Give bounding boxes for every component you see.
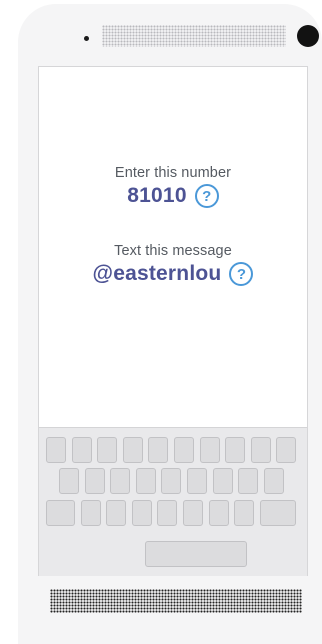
number-instruction: Enter this number 81010 ? bbox=[39, 165, 307, 208]
number-help-icon[interactable]: ? bbox=[194, 184, 219, 208]
keyboard-key[interactable] bbox=[259, 500, 296, 526]
keyboard-key[interactable] bbox=[238, 468, 259, 494]
keyboard-key[interactable] bbox=[122, 437, 143, 463]
keyboard-key[interactable] bbox=[157, 500, 178, 526]
message-help-icon[interactable]: ? bbox=[229, 262, 254, 286]
number-prompt: Enter this number bbox=[114, 165, 232, 181]
keyboard-key[interactable] bbox=[59, 468, 79, 494]
keyboard-key[interactable] bbox=[161, 468, 182, 494]
keyboard-key[interactable] bbox=[199, 437, 220, 463]
keyboard-key[interactable] bbox=[187, 468, 207, 494]
message-prompt: Text this message bbox=[114, 243, 232, 259]
keyboard-key[interactable] bbox=[84, 468, 105, 494]
keyboard-key[interactable] bbox=[212, 468, 233, 494]
keyboard-key[interactable] bbox=[106, 500, 127, 526]
earpiece-speaker-grille bbox=[102, 25, 286, 47]
keyboard-key[interactable] bbox=[110, 468, 131, 494]
keyboard-key[interactable] bbox=[46, 500, 75, 526]
message-instruction: Text this message @easternlou ? bbox=[39, 243, 307, 286]
keyboard-key[interactable] bbox=[276, 437, 297, 463]
phone-screen: Enter this number 81010 ? Text this mess… bbox=[38, 66, 308, 576]
keyboard-key[interactable] bbox=[97, 437, 118, 463]
keyboard-key[interactable] bbox=[174, 437, 194, 463]
space-bar[interactable] bbox=[145, 541, 247, 567]
keyboard-key[interactable] bbox=[225, 437, 246, 463]
keyboard-key[interactable] bbox=[131, 500, 152, 526]
front-camera-icon bbox=[297, 25, 319, 47]
number-row: 81010 ? bbox=[39, 184, 307, 208]
keyboard-key[interactable] bbox=[148, 437, 169, 463]
short-code-number: 81010 bbox=[127, 184, 187, 207]
keyboard-key[interactable] bbox=[208, 500, 229, 526]
keyboard-key[interactable] bbox=[80, 500, 101, 526]
keyboard-key[interactable] bbox=[234, 500, 255, 526]
keyboard-key[interactable] bbox=[46, 437, 66, 463]
keyboard-key[interactable] bbox=[71, 437, 92, 463]
onscreen-keyboard bbox=[39, 427, 307, 576]
keyboard-key[interactable] bbox=[250, 437, 271, 463]
keyboard-key[interactable] bbox=[135, 468, 156, 494]
bottom-speaker-grille bbox=[50, 589, 302, 613]
keyboard-key[interactable] bbox=[183, 500, 203, 526]
text-message-keyword: @easternlou bbox=[92, 262, 222, 285]
keyboard-key[interactable] bbox=[263, 468, 284, 494]
sensor-dot bbox=[84, 36, 89, 41]
message-row: @easternlou ? bbox=[39, 262, 307, 286]
